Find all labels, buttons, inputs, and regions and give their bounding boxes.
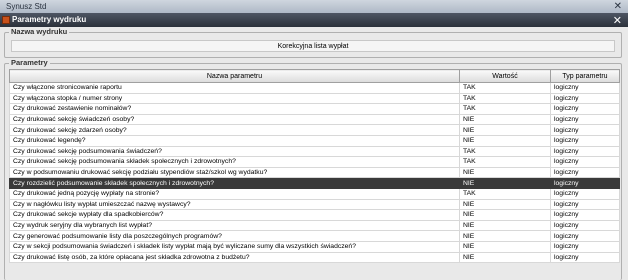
param-type-cell: logiczny	[550, 145, 620, 158]
param-value-cell: NIE	[459, 240, 551, 253]
dialog-body: Nazwa wydruku Korekcyjna lista wypłat Pa…	[0, 27, 628, 280]
param-value-cell: TAK	[459, 187, 551, 200]
param-value-cell: NIE	[459, 166, 551, 179]
param-type-cell: logiczny	[550, 230, 620, 242]
param-name-cell: Czy drukować sekcje wypłaty dla spadkobi…	[9, 209, 460, 221]
param-name-cell: Czy włączona stopka / numer strony	[9, 92, 460, 105]
param-value-cell: TAK	[459, 92, 551, 105]
param-value-cell: NIE	[459, 230, 551, 242]
param-name-cell: Czy generować podsumowanie listy dla pos…	[9, 230, 460, 242]
param-name-cell: Czy w sekcji podsumowania świadczeń i sk…	[9, 240, 460, 253]
table-row[interactable]: Czy w sekcji podsumowania świadczeń i sk…	[9, 240, 620, 253]
print-name-legend: Nazwa wydruku	[9, 27, 70, 36]
param-value-cell: TAK	[459, 145, 551, 158]
column-header-name[interactable]: Nazwa parametru	[9, 69, 460, 83]
table-row[interactable]: Czy włączona stopka / numer strony TAK log…	[9, 92, 620, 105]
param-name-cell: Czy drukować sekcję świadczeń osoby?	[9, 113, 460, 126]
param-name-cell: Czy drukować listę osób, za które opłaca…	[9, 251, 460, 264]
param-value-cell: TAK	[459, 103, 551, 115]
param-value-cell: NIE	[459, 177, 551, 189]
param-type-cell: logiczny	[550, 103, 620, 115]
table-row[interactable]: Czy wydruk seryjny dla wybranych list wy…	[9, 219, 620, 232]
dialog-app-icon	[2, 16, 10, 24]
table-row[interactable]: Czy drukować sekcję podsumowania świadcz…	[9, 145, 620, 158]
param-name-cell: Czy drukować sekcję podsumowania świadcz…	[9, 145, 460, 158]
dialog-close-icon[interactable]: ✕	[613, 14, 622, 27]
param-value-cell: TAK	[459, 82, 551, 94]
table-row[interactable]: Czy drukować sekcję podsumowania składek…	[9, 156, 620, 168]
param-type-cell: logiczny	[550, 134, 620, 147]
param-value-cell: NIE	[459, 209, 551, 221]
params-group: Parametry Nazwa parametru Wartość Typ pa…	[4, 58, 622, 280]
column-header-type[interactable]: Typ parametru	[550, 69, 620, 83]
params-legend: Parametry	[9, 58, 50, 67]
param-name-cell: Czy włączone stronicowanie raportu	[9, 82, 460, 94]
param-name-cell: Czy drukować sekcję podsumowania składek…	[9, 156, 460, 168]
table-row[interactable]: Czy drukować sekcję świadczeń osoby? NIE l…	[9, 113, 620, 126]
param-value-cell: NIE	[459, 198, 551, 211]
param-name-cell: Czy drukować zestawienie nominałów?	[9, 103, 460, 115]
param-type-cell: logiczny	[550, 92, 620, 105]
params-table: Nazwa parametru Wartość Typ parametru Cz…	[9, 69, 620, 264]
param-name-cell: Czy drukować legendę?	[9, 134, 460, 147]
table-row[interactable]: Czy drukować jedną pozycję wypłaty na st…	[9, 187, 620, 200]
table-row[interactable]: Czy drukować sekcje wypłaty dla spadkobi…	[9, 209, 620, 221]
param-name-cell: Czy rozdzielić podsumowanie składek społ…	[9, 177, 460, 189]
app-titlebar: Synusz Std ✕	[0, 0, 628, 13]
dialog-title: Parametry wydruku	[12, 15, 87, 24]
table-row[interactable]: Czy rozdzielić podsumowanie składek społ…	[9, 177, 620, 189]
print-name-field: Korekcyjna lista wypłat	[11, 40, 615, 52]
table-row[interactable]: Czy drukować listę osób, za które opłaca…	[9, 251, 620, 264]
table-row[interactable]: Czy drukować legendę? NIE logiczny	[9, 134, 620, 147]
param-type-cell: logiczny	[550, 240, 620, 253]
table-row[interactable]: Czy generować podsumowanie listy dla pos…	[9, 230, 620, 242]
table-row[interactable]: Czy włączone stronicowanie raportu TAK log…	[9, 82, 620, 94]
param-name-cell: Czy w nagłówku listy wypłat umieszczać n…	[9, 198, 460, 211]
param-type-cell: logiczny	[550, 251, 620, 264]
param-value-cell: TAK	[459, 156, 551, 168]
param-type-cell: logiczny	[550, 219, 620, 232]
param-type-cell: logiczny	[550, 187, 620, 200]
dialog-titlebar: Parametry wydruku ✕	[0, 13, 628, 27]
param-value-cell: NIE	[459, 219, 551, 232]
param-type-cell: logiczny	[550, 113, 620, 126]
table-row[interactable]: Czy drukować sekcję zdarzeń osoby? NIE log…	[9, 124, 620, 136]
param-type-cell: logiczny	[550, 124, 620, 136]
app-close-icon[interactable]: ✕	[614, 1, 622, 12]
param-type-cell: logiczny	[550, 209, 620, 221]
print-name-group: Nazwa wydruku Korekcyjna lista wypłat	[4, 27, 622, 58]
column-header-value[interactable]: Wartość	[459, 69, 551, 83]
param-type-cell: logiczny	[550, 166, 620, 179]
param-value-cell: NIE	[459, 134, 551, 147]
param-name-cell: Czy w podsumowaniu drukować sekcję podzi…	[9, 166, 460, 179]
table-row[interactable]: Czy drukować zestawienie nominałów? TAK lo…	[9, 103, 620, 115]
param-name-cell: Czy drukować sekcję zdarzeń osoby?	[9, 124, 460, 136]
param-value-cell: NIE	[459, 251, 551, 264]
app-title: Synusz Std	[6, 2, 47, 11]
table-row[interactable]: Czy w podsumowaniu drukować sekcję podzi…	[9, 166, 620, 179]
param-name-cell: Czy wydruk seryjny dla wybranych list wy…	[9, 219, 460, 232]
param-value-cell: NIE	[459, 124, 551, 136]
param-value-cell: NIE	[459, 113, 551, 126]
param-name-cell: Czy drukować jedną pozycję wypłaty na st…	[9, 187, 460, 200]
table-row[interactable]: Czy w nagłówku listy wypłat umieszczać n…	[9, 198, 620, 211]
param-type-cell: logiczny	[550, 156, 620, 168]
param-type-cell: logiczny	[550, 82, 620, 94]
param-type-cell: logiczny	[550, 177, 620, 189]
param-type-cell: logiczny	[550, 198, 620, 211]
